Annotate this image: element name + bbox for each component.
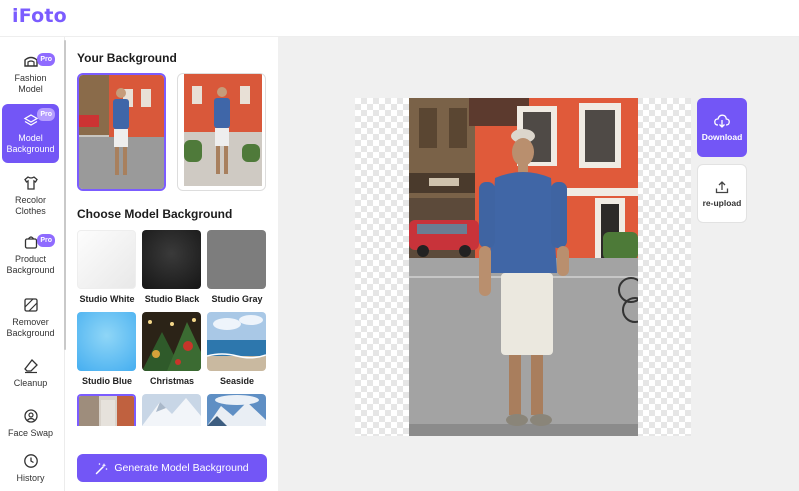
- bg-option-label: Studio Gray: [211, 294, 263, 304]
- sidebar-item-product-background[interactable]: Pro Product Background: [2, 230, 59, 276]
- top-header: iFoto: [0, 0, 799, 37]
- street-thumbnail-image: [79, 396, 134, 426]
- sidebar-item-history[interactable]: History: [2, 453, 59, 483]
- sidebar-item-fashion-model[interactable]: Pro Fashion Model: [2, 49, 59, 95]
- model-thumbnail-image: [178, 74, 265, 190]
- background-panel: Your Background Choose Model Background …: [66, 37, 278, 491]
- sidebar-item-label: Fashion Model: [14, 73, 47, 94]
- christmas-thumbnail-image: [142, 312, 201, 371]
- bg-option-studio-gray[interactable]: [207, 230, 266, 289]
- sidebar-item-model-background[interactable]: Pro Model Background: [2, 104, 59, 163]
- bg-option-mountain[interactable]: [207, 394, 266, 426]
- pro-badge: Pro: [37, 108, 55, 121]
- sidebar-item-label: Remover Background: [6, 317, 55, 338]
- bg-option-seaside[interactable]: [207, 312, 266, 371]
- model-thumbnail-image: [79, 75, 164, 189]
- face-swap-icon: [23, 409, 38, 423]
- magic-wand-icon: [96, 462, 108, 474]
- bg-option-label: Studio Blue: [82, 376, 132, 386]
- reupload-label: re-upload: [702, 197, 742, 208]
- sidebar-item-label: Product Background: [6, 254, 55, 275]
- download-label: Download: [701, 131, 743, 142]
- choose-background-title: Choose Model Background: [77, 207, 233, 221]
- remove-bg-icon: [23, 298, 38, 312]
- snow-thumbnail-image: [142, 394, 201, 426]
- model-photo: [409, 98, 638, 436]
- eraser-icon: [23, 359, 38, 374]
- bg-option-studio-blue[interactable]: [77, 312, 136, 371]
- pro-badge: Pro: [37, 53, 55, 66]
- left-sidebar: Pro Fashion Model Pro Model Background R…: [0, 37, 65, 491]
- bg-option-label: Studio White: [79, 294, 135, 304]
- bg-option-studio-black[interactable]: [142, 230, 201, 289]
- sidebar-item-remover-background[interactable]: Remover Background: [2, 297, 59, 339]
- tshirt-icon: [23, 176, 38, 190]
- bg-option-street[interactable]: [77, 394, 136, 426]
- seaside-thumbnail-image: [207, 312, 266, 371]
- download-button[interactable]: Download: [697, 98, 747, 157]
- upload-icon: [715, 180, 729, 193]
- sidebar-item-label: Face Swap: [7, 428, 54, 438]
- generate-model-background-button[interactable]: Generate Model Background: [77, 454, 267, 482]
- sidebar-item-label: History: [16, 473, 45, 483]
- sidebar-item-face-swap[interactable]: Face Swap: [2, 408, 59, 438]
- pro-badge: Pro: [37, 234, 55, 247]
- your-background-card[interactable]: [177, 73, 266, 191]
- reupload-button[interactable]: re-upload: [697, 164, 747, 223]
- your-background-card-selected[interactable]: [77, 73, 166, 191]
- app-logo[interactable]: iFoto: [12, 5, 67, 27]
- cloud-download-icon: [714, 114, 730, 128]
- sidebar-item-label: Cleanup: [13, 378, 48, 388]
- bg-option-snow[interactable]: [142, 394, 201, 426]
- bag-icon: [24, 236, 37, 249]
- hanger-icon: [23, 56, 38, 67]
- sidebar-item-recolor-clothes[interactable]: Recolor Clothes: [2, 175, 59, 217]
- layers-icon: [23, 114, 38, 126]
- sidebar-item-label: Recolor Clothes: [14, 195, 46, 216]
- bg-option-label: Christmas: [149, 376, 194, 386]
- sidebar-item-label: Model Background: [6, 133, 55, 154]
- canvas-area: Download re-upload: [278, 37, 799, 491]
- bg-option-label: Studio Black: [144, 294, 200, 304]
- mountain-thumbnail-image: [207, 394, 266, 426]
- your-background-title: Your Background: [77, 51, 177, 65]
- bg-option-christmas[interactable]: [142, 312, 201, 371]
- bg-option-label: Seaside: [219, 376, 255, 386]
- result-image[interactable]: [409, 98, 638, 436]
- generate-button-label: Generate Model Background: [114, 462, 249, 474]
- bg-option-studio-white[interactable]: [77, 230, 136, 289]
- sidebar-item-cleanup[interactable]: Cleanup: [2, 358, 59, 388]
- clock-icon: [23, 454, 38, 468]
